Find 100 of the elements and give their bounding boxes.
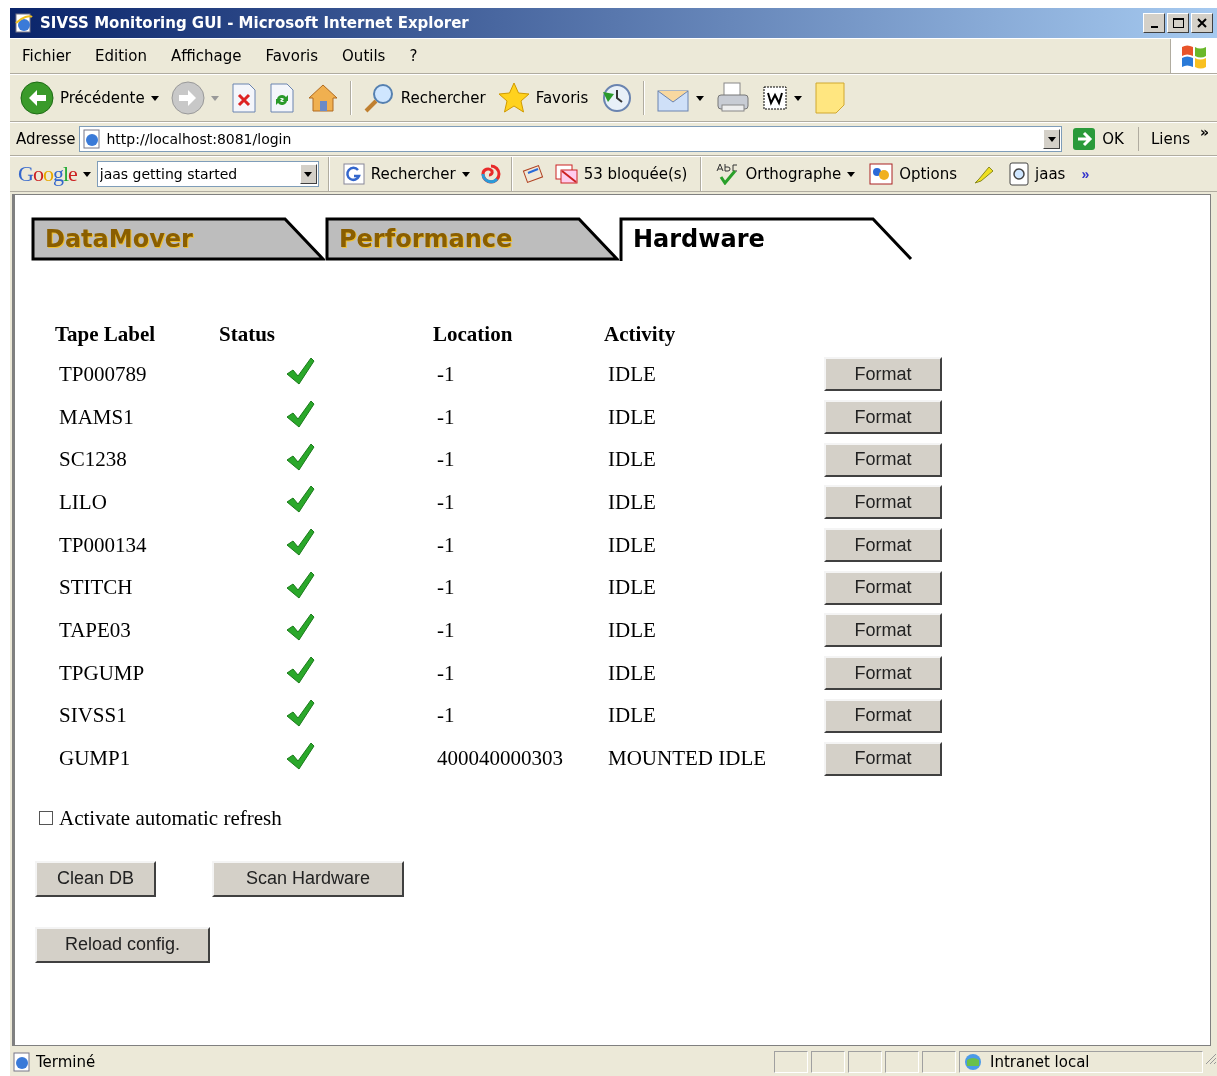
go-button[interactable]: OK [1066,127,1139,151]
google-logo[interactable]: Google [18,161,77,187]
minimize-button[interactable] [1143,13,1165,33]
format-button[interactable]: Format [824,357,942,392]
column-header: Activity [604,321,676,346]
spiral-icon[interactable] [479,163,502,185]
close-button[interactable] [1191,13,1213,33]
status-pane [774,1051,808,1073]
column-header: Tape Label [55,321,156,346]
caret-icon[interactable] [82,171,91,177]
action-button[interactable]: Scan Hardware [212,860,405,897]
links-button[interactable]: Liens » [1142,130,1217,148]
checkbox-label: Activate automatic refresh [59,805,282,831]
caret-icon[interactable] [1047,136,1056,142]
activity-text: MOUNTED IDLE [608,746,767,771]
location-text: -1 [437,532,455,557]
tape-label: STITCH [59,575,133,600]
format-button[interactable]: Format [824,528,942,563]
location-text: -1 [437,617,455,642]
zone-text: Intranet local [990,1053,1090,1071]
tape-label: LILO [59,489,107,514]
caret-icon[interactable] [794,95,803,101]
caret-icon[interactable] [461,171,470,177]
caret-icon[interactable] [847,171,856,177]
status-pane [885,1051,919,1073]
column-header: Location [433,321,513,346]
status-pane [811,1051,845,1073]
address-box[interactable]: http://localhost:8081/login [79,126,1063,152]
activity-text: IDLE [608,447,656,472]
google-search-box[interactable]: jaas getting started [96,161,319,187]
intranet-icon [962,1052,984,1072]
maximize-button[interactable] [1167,13,1189,33]
tape-label: MAMS1 [59,404,134,429]
address-field[interactable]: http://localhost:8081/login [106,131,1040,147]
location-text: -1 [437,489,455,514]
format-button[interactable]: Format [824,656,942,691]
format-button[interactable]: Format [824,613,942,648]
caret-icon[interactable] [150,95,159,101]
tape-label: TPGUMP [59,660,145,685]
status-pane [922,1051,956,1073]
action-button[interactable]: Clean DB [35,860,157,897]
menu-item[interactable]: Favoris [253,47,331,65]
google-search-button[interactable]: Rechercher [338,163,474,185]
blocked-window-icon [553,163,578,185]
activity-text: IDLE [608,617,656,642]
activity-text: IDLE [608,532,656,557]
menu-item[interactable]: Outils [330,47,398,65]
google-g-icon [342,163,365,185]
google-search-field[interactable]: jaas getting started [99,166,300,182]
location-text: -1 [437,660,455,685]
location-text: 400040000303 [437,746,563,771]
more-chevron[interactable]: » [1075,166,1096,182]
menu-item[interactable]: Fichier [10,47,84,65]
window-title: SIVSS Monitoring GUI - Microsoft Internet Explorer [40,14,469,32]
checkbox[interactable] [39,811,53,826]
favorites-button[interactable]: Favoris [493,82,593,114]
activity-text: IDLE [608,660,656,685]
caret-icon[interactable] [304,171,313,177]
activity-text: IDLE [608,575,656,600]
star-icon[interactable] [497,82,530,114]
location-text: -1 [437,703,455,728]
search-button[interactable]: Rechercher [358,82,490,114]
menu-item[interactable]: Affichage [158,47,254,65]
page-icon [12,1052,32,1072]
maximize-icon [1172,17,1184,29]
popup-blocker-button[interactable]: 53 bloquée(s) [549,163,692,185]
format-button[interactable]: Format [824,442,942,477]
find-word-button[interactable]: jaas [1005,162,1070,186]
format-button[interactable]: Format [824,698,942,733]
spellcheck-button[interactable]: Orthographe [711,163,860,185]
activity-text: IDLE [608,404,656,429]
tape-label: TP000134 [59,532,147,557]
ie-logo-icon [14,13,34,33]
format-button[interactable]: Format [824,485,942,520]
menu-item[interactable]: Edition [83,47,159,65]
back-button[interactable]: Précédente [16,81,163,115]
activity-text: IDLE [608,489,656,514]
search-icon[interactable] [362,82,395,114]
spellcheck-icon [715,163,740,185]
location-text: -1 [437,404,455,429]
close-icon [1196,17,1208,29]
status-text: Terminé [36,1053,96,1071]
tab[interactable]: Hardware [619,217,913,261]
format-button[interactable]: Format [824,570,942,605]
status-pane [848,1051,882,1073]
find-word-icon [1009,162,1030,186]
options-icon [869,163,894,185]
word-document-icon[interactable] [762,85,789,111]
options-button[interactable]: Options [865,163,962,185]
caret-icon[interactable] [696,95,705,101]
format-button[interactable]: Format [824,400,942,435]
format-button[interactable]: Format [824,741,942,776]
column-header: Status [219,321,276,346]
location-text: -1 [437,447,455,472]
address-label: Adresse [16,130,76,148]
page-icon [82,129,103,149]
action-button[interactable]: Reload config. [35,926,211,963]
resize-grip-icon [1203,1051,1217,1065]
menu-item[interactable]: ? [397,47,430,65]
tape-label: SIVSS1 [59,703,127,728]
